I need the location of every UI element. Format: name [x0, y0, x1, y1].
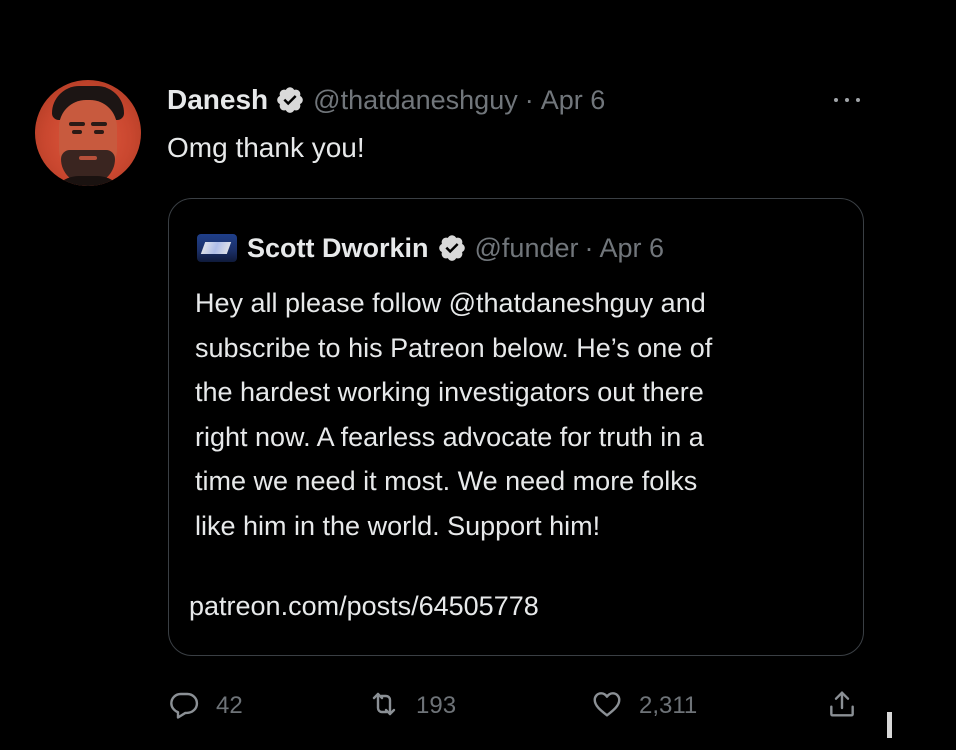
quote-text-line: subscribe to his Patreon below. He’s one… — [195, 332, 713, 363]
quote-author-handle: @funder — [474, 232, 579, 263]
author-line: Danesh @thatdaneshguy · Apr 6 — [167, 82, 605, 118]
scrollbar-indicator — [887, 712, 892, 738]
quote-text-line: like him in the world. Support him! — [195, 510, 601, 541]
reply-button[interactable]: 42 — [168, 684, 243, 728]
retweet-icon — [368, 688, 400, 725]
patreon-link[interactable]: patreon.com/posts/64505778 — [189, 591, 539, 622]
quote-text: Hey all please follow @thatdaneshguy and… — [195, 281, 845, 548]
verified-badge-icon — [275, 85, 305, 115]
avatar-mouth — [79, 156, 97, 160]
reply-count: 42 — [216, 692, 243, 719]
quote-text-line: time we need it most. We need more folks — [195, 466, 698, 496]
avatar-eye — [72, 130, 82, 134]
author-handle[interactable]: @thatdaneshguy — [313, 85, 518, 116]
author-name[interactable]: Danesh — [167, 84, 268, 116]
quote-author-name: Scott Dworkin — [247, 232, 429, 263]
tweet-text: Omg thank you! — [167, 132, 365, 163]
avatar-brow — [69, 122, 85, 126]
avatar-shirt — [49, 176, 127, 186]
verified-badge-icon — [437, 233, 467, 263]
quote-text-line: right now. A fearless advocate for truth… — [195, 421, 704, 452]
quote-author-avatar — [197, 234, 237, 262]
author-avatar[interactable] — [35, 80, 141, 186]
avatar-eye — [94, 130, 104, 134]
share-icon — [826, 688, 858, 725]
quote-text-line: the hardest working investigators out th… — [195, 377, 704, 407]
action-bar: 42 193 2,311 — [168, 684, 868, 728]
heart-icon — [591, 688, 623, 725]
share-button[interactable] — [826, 684, 858, 728]
quote-text-line: Hey all please follow @thatdaneshguy and — [195, 288, 706, 318]
retweet-button[interactable]: 193 — [368, 684, 456, 728]
separator: · — [524, 84, 534, 115]
more-options-icon[interactable] — [828, 88, 866, 112]
separator: · — [584, 232, 594, 263]
quoted-tweet[interactable]: Scott Dworkin @funder · Apr 6 Hey all pl… — [168, 198, 864, 656]
like-button[interactable]: 2,311 — [591, 684, 697, 728]
tweet-date[interactable]: Apr 6 — [541, 85, 606, 116]
quote-author-line: Scott Dworkin @funder · Apr 6 — [197, 229, 664, 267]
retweet-count: 193 — [416, 692, 457, 719]
like-count: 2,311 — [639, 692, 698, 719]
tweet: Danesh @thatdaneshguy · Apr 6 Omg thank … — [0, 0, 956, 750]
avatar-brow — [91, 122, 107, 126]
quote-date: Apr 6 — [599, 232, 665, 263]
reply-icon — [168, 688, 200, 725]
